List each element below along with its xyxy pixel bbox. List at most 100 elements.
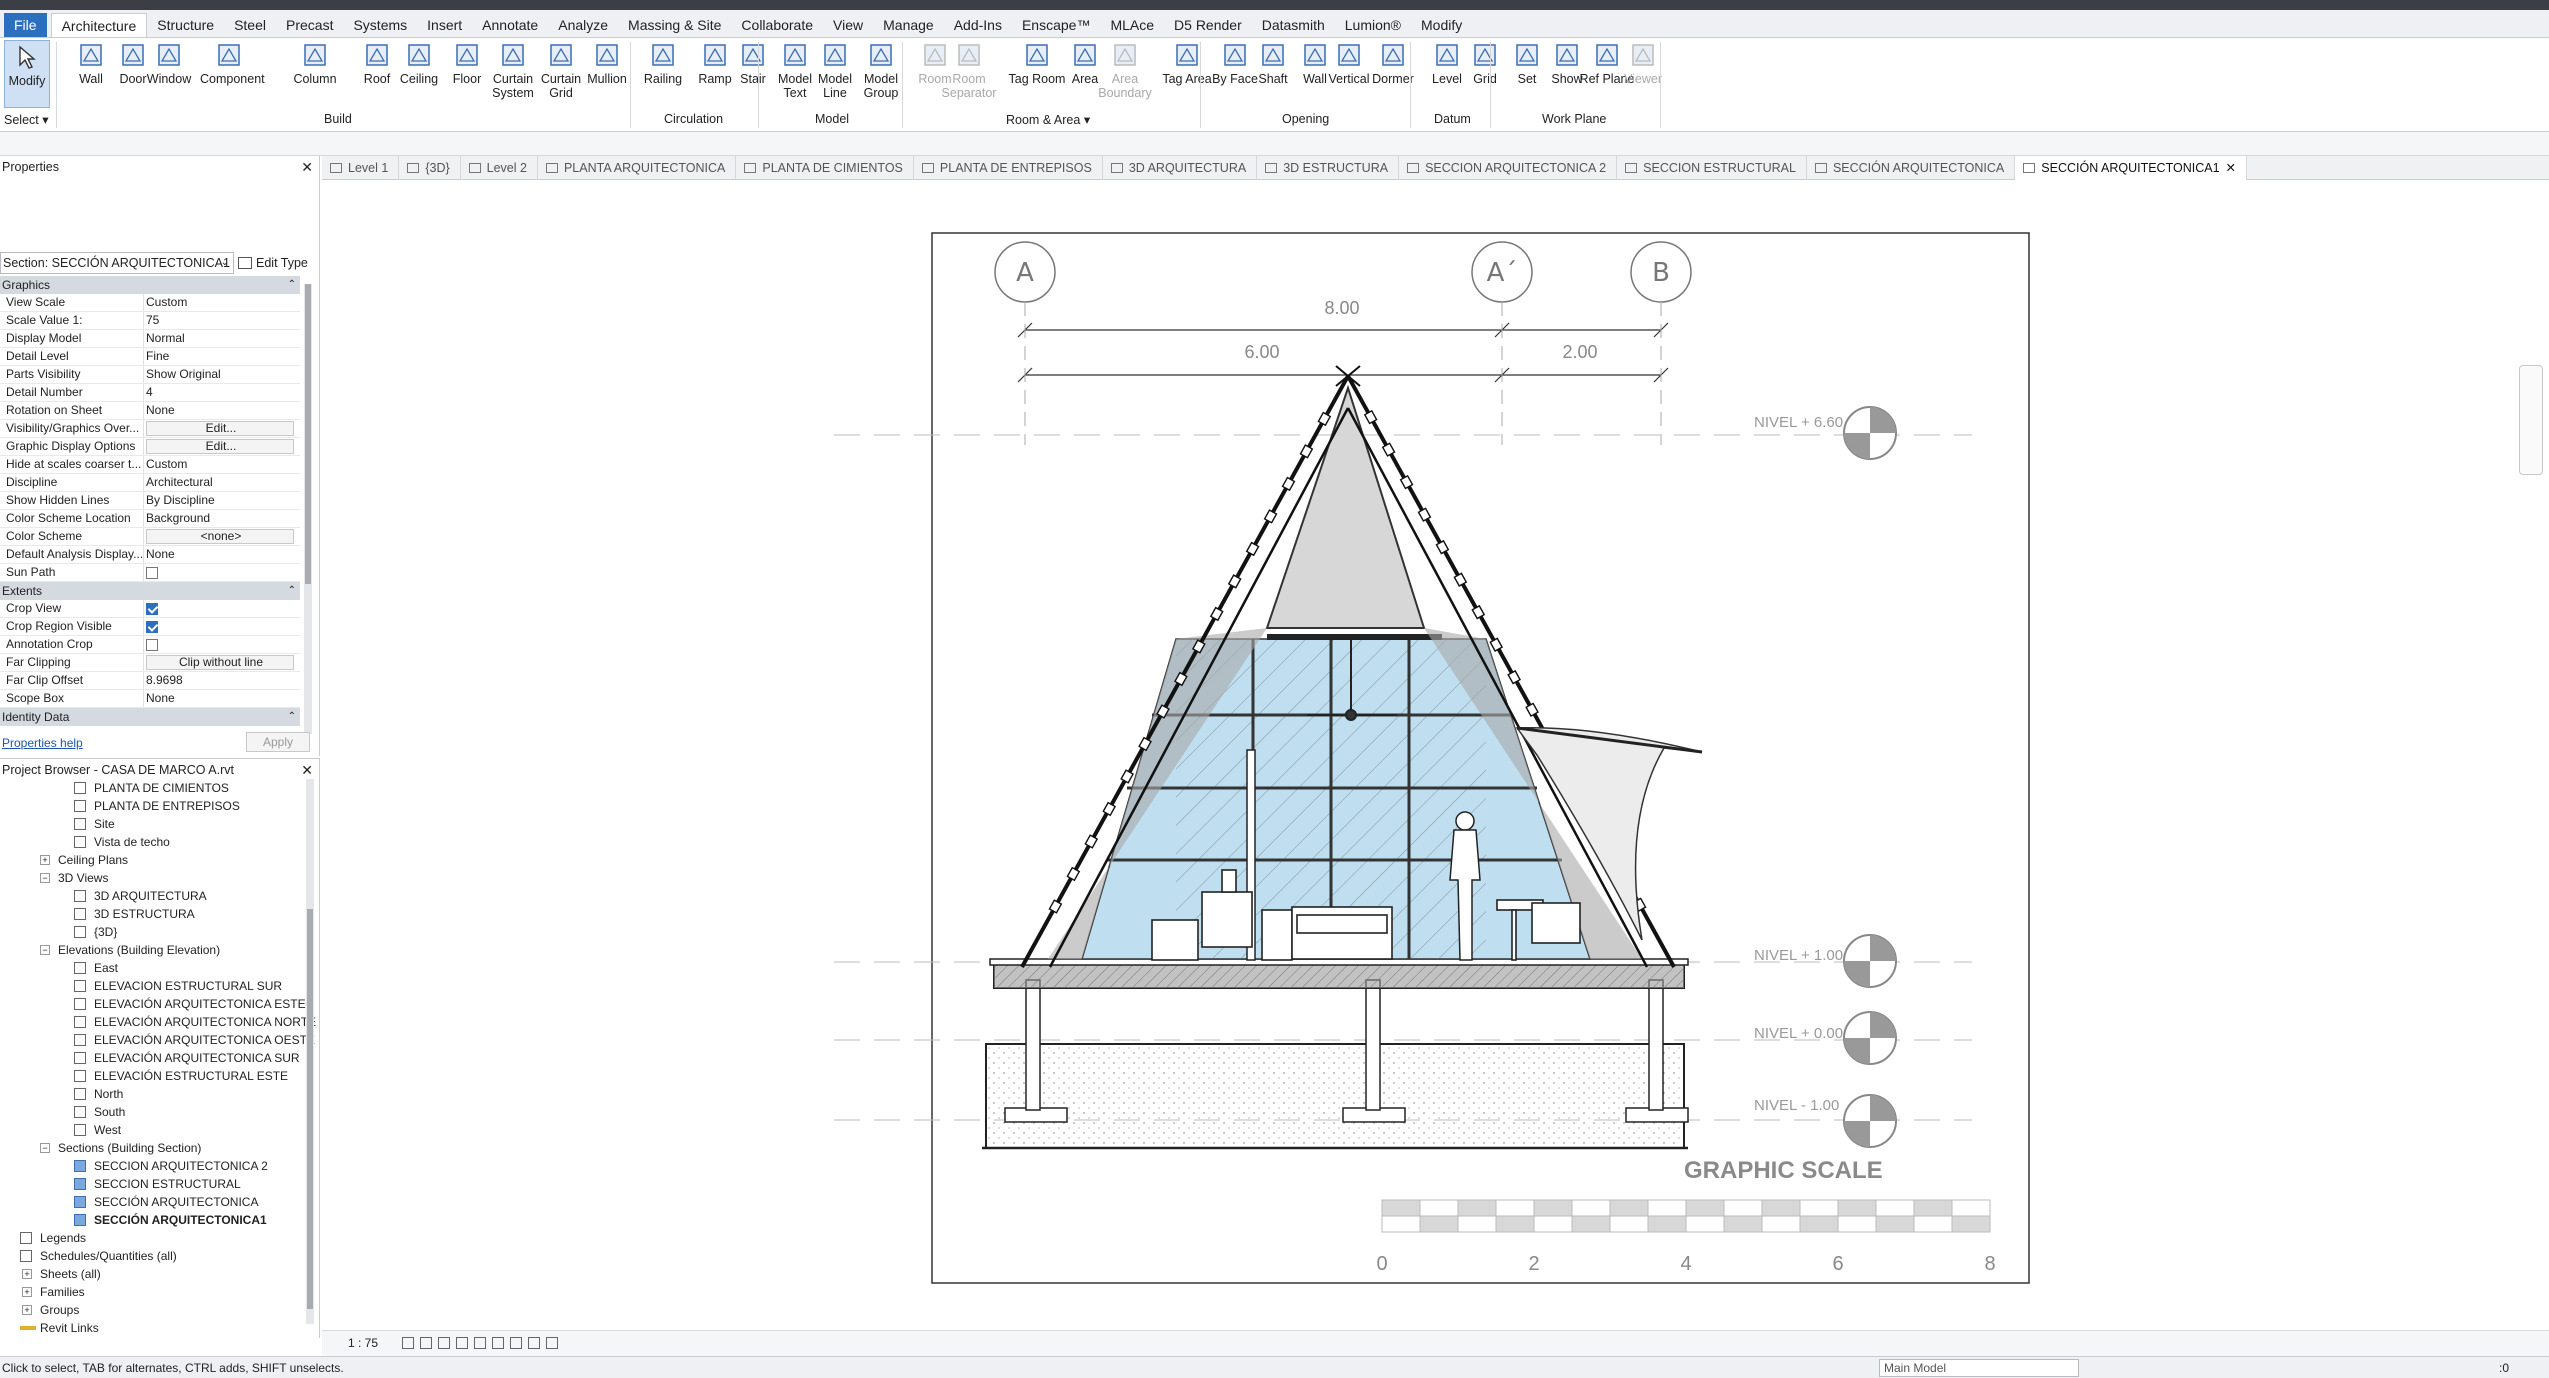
view-tab[interactable]: Level 1 <box>322 156 400 180</box>
collapse-icon[interactable]: − <box>40 945 50 955</box>
browser-item[interactable]: North <box>0 1085 306 1103</box>
browser-item[interactable]: SECCIÓN ARQUITECTONICA <box>0 1193 306 1211</box>
property-checkbox-cell[interactable] <box>144 636 300 653</box>
expand-icon[interactable]: + <box>22 1287 32 1297</box>
collapse-icon[interactable]: ⌃ <box>288 276 296 294</box>
close-icon[interactable]: ✕ <box>301 759 313 781</box>
detail-level-icon[interactable] <box>402 1337 414 1349</box>
browser-item[interactable]: Site <box>0 815 306 833</box>
property-value[interactable]: By Discipline <box>144 492 300 509</box>
view-tab[interactable]: SECCIÓN ARQUITECTONICA1 ✕ <box>2015 156 2248 180</box>
browser-item[interactable]: ELEVACIÓN ESTRUCTURAL ESTE <box>0 1067 306 1085</box>
collapse-icon[interactable]: ⌃ <box>288 708 296 726</box>
room-separator-tool-button[interactable]: Room Separator <box>940 40 998 100</box>
dormer-tool-button[interactable]: Dormer <box>1364 40 1422 86</box>
view-tab[interactable]: 3D ESTRUCTURA <box>1257 156 1400 180</box>
browser-item[interactable]: ELEVACIÓN ARQUITECTONICA NORTE <box>0 1013 316 1031</box>
ribbon-tab-view[interactable]: View <box>823 13 873 37</box>
graphic-scale-bar[interactable]: 0 2 4 6 8 <box>1376 1199 1996 1275</box>
grid-bubble-a-prime[interactable]: A´ <box>1471 241 1533 303</box>
properties-scrollbar[interactable] <box>304 284 312 734</box>
ribbon-tab-collaborate[interactable]: Collaborate <box>731 13 823 37</box>
room-area-group-label[interactable]: Room & Area ▾ <box>1006 112 1090 127</box>
ribbon-tab-file[interactable]: File <box>4 13 47 37</box>
ribbon-tab-precast[interactable]: Precast <box>276 13 343 37</box>
type-selector-dropdown[interactable]: Section: SECCIÓN ARQUITECTONICA1 ⌄ <box>0 252 234 274</box>
sun-path-icon[interactable] <box>438 1337 450 1349</box>
browser-item[interactable]: {3D} <box>0 923 306 941</box>
property-group-header[interactable]: Graphics ⌃ <box>0 276 300 294</box>
ribbon-tab-modify[interactable]: Modify <box>1411 13 1472 37</box>
visual-style-icon[interactable] <box>420 1337 432 1349</box>
property-checkbox-cell[interactable] <box>144 600 300 617</box>
view-tab[interactable]: PLANTA DE CIMIENTOS <box>736 156 914 180</box>
temporary-hide-icon[interactable] <box>510 1337 522 1349</box>
property-value[interactable]: Normal <box>144 330 300 347</box>
ribbon-tab-datasmith[interactable]: Datasmith <box>1252 13 1335 37</box>
browser-item[interactable]: PLANTA DE CIMIENTOS <box>0 779 306 797</box>
view-tab[interactable]: SECCION ESTRUCTURAL <box>1617 156 1807 180</box>
area-boundary-tool-button[interactable]: Area Boundary <box>1096 40 1154 100</box>
apply-button[interactable]: Apply <box>246 732 310 752</box>
ribbon-tab-enscape-[interactable]: Enscape™ <box>1012 13 1100 37</box>
ribbon-tab-architecture[interactable]: Architecture <box>50 13 148 37</box>
section-drawing[interactable]: A A´ B 8.00 6.00 2.00 NIVEL + 6.60 NIVEL… <box>322 180 2549 1330</box>
crop-view-icon[interactable] <box>474 1337 486 1349</box>
property-value[interactable]: 75 <box>144 312 300 329</box>
railing-tool-button[interactable]: Railing <box>634 40 692 86</box>
analytical-model-icon[interactable] <box>546 1337 558 1349</box>
ribbon-tab-massing-site[interactable]: Massing & Site <box>618 13 731 37</box>
ribbon-tab-structure[interactable]: Structure <box>147 13 224 37</box>
browser-item[interactable]: West <box>0 1121 306 1139</box>
browser-item[interactable]: SECCION ESTRUCTURAL <box>0 1175 306 1193</box>
browser-item[interactable]: SECCIÓN ARQUITECTONICA1 <box>0 1211 306 1229</box>
window-tool-button[interactable]: Window <box>140 40 198 86</box>
level-tag-1-00[interactable]: NIVEL + 1.00 <box>1754 934 1897 988</box>
property-value[interactable]: Background <box>144 510 300 527</box>
foundation[interactable] <box>985 979 1689 1149</box>
close-icon[interactable]: ✕ <box>2226 156 2236 180</box>
view-tab[interactable]: Level 2 <box>461 156 538 180</box>
expand-icon[interactable]: + <box>22 1305 32 1315</box>
browser-item[interactable]: ELEVACION ESTRUCTURAL SUR <box>0 977 306 995</box>
property-edit-button[interactable]: <none> <box>146 529 294 544</box>
ribbon-tab-d5-render[interactable]: D5 Render <box>1164 13 1252 37</box>
ribbon-tab-annotate[interactable]: Annotate <box>472 13 548 37</box>
view-scale[interactable]: 1 : 75 <box>348 1336 378 1350</box>
browser-item[interactable]: Schedules/Quantities (all) <box>0 1247 306 1265</box>
browser-item[interactable]: Vista de techo <box>0 833 306 851</box>
property-group-header[interactable]: Extents ⌃ <box>0 582 300 600</box>
property-edit-button[interactable]: Clip without line <box>146 655 294 670</box>
property-value[interactable]: Architectural <box>144 474 300 491</box>
view-tab[interactable]: PLANTA ARQUITECTONICA <box>538 156 737 180</box>
drawing-canvas[interactable]: A A´ B 8.00 6.00 2.00 NIVEL + 6.60 NIVEL… <box>322 180 2549 1330</box>
dimension-total[interactable] <box>1017 322 1669 338</box>
view-tab[interactable]: SECCION ARQUITECTONICA 2 <box>1399 156 1618 180</box>
property-value[interactable]: 4 <box>144 384 300 401</box>
view-tab[interactable]: {3D} <box>399 156 461 180</box>
browser-item[interactable]: 3D ESTRUCTURA <box>0 905 306 923</box>
level-tag-0-00[interactable]: NIVEL + 0.00 <box>1754 1011 1897 1065</box>
browser-scrollbar[interactable] <box>306 779 314 1324</box>
property-value[interactable]: None <box>144 690 300 707</box>
checkbox[interactable] <box>146 621 158 633</box>
view-tab[interactable]: SECCIÓN ARQUITECTONICA <box>1807 156 2016 180</box>
property-value[interactable]: Fine <box>144 348 300 365</box>
shadows-icon[interactable] <box>456 1337 468 1349</box>
viewer-tool-button[interactable]: Viewer <box>1614 40 1672 86</box>
browser-item[interactable]: South <box>0 1103 306 1121</box>
browser-item[interactable]: SECCION ARQUITECTONICA 2 <box>0 1157 306 1175</box>
collapse-icon[interactable]: − <box>40 1143 50 1153</box>
navigation-bar[interactable] <box>2519 365 2543 475</box>
browser-item[interactable]: + Sheets (all) <box>0 1265 306 1283</box>
close-icon[interactable]: ✕ <box>301 156 313 178</box>
property-checkbox-cell[interactable] <box>144 618 300 635</box>
browser-item[interactable]: + Ceiling Plans <box>0 851 306 869</box>
ribbon-tab-mlace[interactable]: MLAce <box>1100 13 1164 37</box>
modify-button[interactable]: Modify <box>4 40 50 108</box>
browser-item[interactable]: − Elevations (Building Elevation) <box>0 941 306 959</box>
grid-bubble-a[interactable]: A <box>994 241 1056 303</box>
active-model-dropdown[interactable]: Main Model <box>1879 1359 2079 1377</box>
ribbon-tab-lumion-[interactable]: Lumion® <box>1335 13 1411 37</box>
ribbon-tab-steel[interactable]: Steel <box>224 13 276 37</box>
